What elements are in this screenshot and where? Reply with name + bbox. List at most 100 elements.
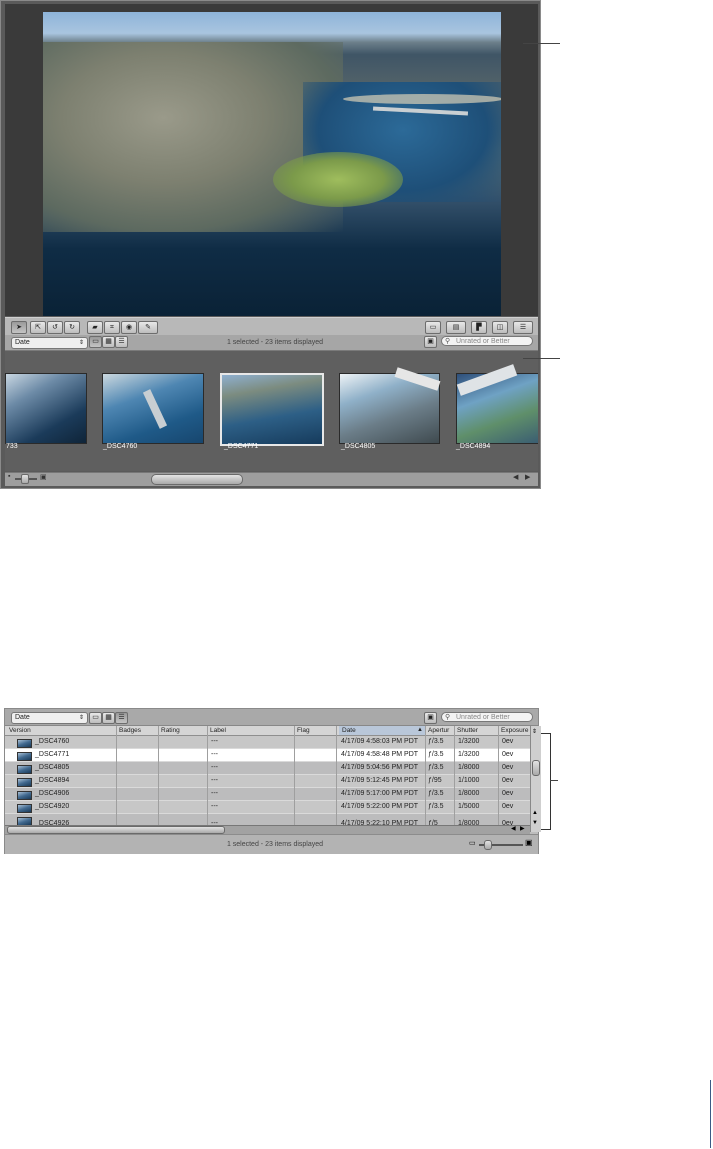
zoom-slider-thumb[interactable] <box>21 474 29 484</box>
thumbnail[interactable] <box>5 373 87 444</box>
browser-control-bar: Date ⇕ ▭ ▦ ☰ 1 selected - 23 items displ… <box>5 335 538 351</box>
scroll-down-arrow-icon[interactable]: ▼ <box>532 820 538 826</box>
cell-date: 4/17/09 4:58:03 PM PDT <box>341 738 419 745</box>
brush-icon[interactable]: ✎ <box>138 321 158 334</box>
split-view-icon[interactable]: ◫ <box>492 321 508 334</box>
column-header-row: Version Badges Rating Label Flag Date ▲ … <box>5 726 530 736</box>
thumbnail[interactable] <box>102 373 204 444</box>
vertical-scrollbar[interactable]: ⇕ ▲ ▼ <box>530 726 541 832</box>
search-field[interactable]: ⚲ Unrated or Better <box>441 336 533 346</box>
scroll-left-arrow-icon[interactable]: ◀ <box>511 825 516 832</box>
column-header-version[interactable]: Version <box>9 726 31 735</box>
status-text: 1 selected - 23 items displayed <box>226 339 324 346</box>
filmstrip-view-icon[interactable]: ▭ <box>89 712 102 724</box>
scroll-thumb[interactable] <box>151 474 243 485</box>
cell-version: _DSC4771 <box>35 751 70 758</box>
column-header-exposure[interactable]: Exposure <box>501 726 528 735</box>
thumbnail-selected[interactable] <box>220 373 324 446</box>
cell-aperture: ƒ/3.5 <box>428 738 444 745</box>
viewer-mode-icon[interactable]: ▭ <box>425 321 441 334</box>
search-placeholder: Unrated or Better <box>456 714 510 721</box>
tool-strip: ➤ ⇱ ↺ ↻ ▰ ⌗ ◉ ✎ ▭ ▤ ▛ ◫ ☰ <box>5 317 538 335</box>
column-header-aperture[interactable]: Apertur <box>428 726 449 735</box>
cell-exposure: 0ev <box>502 751 514 758</box>
scroll-right-arrow-icon[interactable]: ▶ <box>520 825 525 832</box>
browser-scrollbar[interactable]: ▪ ▣ ◀ ▶ <box>5 472 538 486</box>
column-divider[interactable] <box>425 726 426 825</box>
cell-label: --- <box>211 764 218 771</box>
scroll-left-arrow-icon[interactable]: ◀ <box>513 473 518 481</box>
status-text: 1 selected - 23 items displayed <box>226 841 324 848</box>
zoom-slider-thumb[interactable] <box>484 840 492 850</box>
sort-popup[interactable]: Date ⇕ <box>11 712 88 724</box>
table-row-selected[interactable]: _DSC4771 --- 4/17/09 4:58:48 PM PDT ƒ/3.… <box>5 749 530 762</box>
filmstrip-view-icon[interactable]: ▭ <box>89 336 102 348</box>
photo-park <box>273 152 403 207</box>
horizontal-scrollbar[interactable]: ◀ ▶ <box>5 825 530 834</box>
column-header-badges[interactable]: Badges <box>119 726 141 735</box>
thumbnail-icon <box>17 739 32 748</box>
red-eye-icon[interactable]: ◉ <box>121 321 137 334</box>
filter-icon[interactable]: ▣ <box>424 336 437 348</box>
viewer-browser-window: ➤ ⇱ ↺ ↻ ▰ ⌗ ◉ ✎ ▭ ▤ ▛ ◫ ☰ Date ⇕ ▭ ▦ ☰ 1… <box>0 0 541 489</box>
column-divider[interactable] <box>294 726 295 825</box>
crop-icon[interactable]: ⌗ <box>104 321 120 334</box>
photo-beach <box>343 94 501 104</box>
cell-aperture: ƒ/95 <box>428 777 442 784</box>
horizontal-scroll-thumb[interactable] <box>7 826 225 834</box>
thumbnail-name: _DSC4760 <box>103 443 138 450</box>
filter-icon[interactable]: ▣ <box>424 712 437 724</box>
cell-date: 4/17/09 5:04:56 PM PDT <box>341 764 419 771</box>
column-header-rating[interactable]: Rating <box>161 726 180 735</box>
column-header-flag[interactable]: Flag <box>297 726 310 735</box>
thumbnail[interactable] <box>456 364 538 444</box>
column-divider[interactable] <box>498 726 499 825</box>
pointer-tool-icon[interactable]: ➤ <box>11 321 27 334</box>
table-row[interactable]: _DSC4894 --- 4/17/09 5:12:45 PM PDT ƒ/95… <box>5 775 530 788</box>
main-photo[interactable] <box>43 12 501 316</box>
table-row[interactable]: _DSC4805 --- 4/17/09 5:04:56 PM PDT ƒ/3.… <box>5 762 530 775</box>
callout-line-browser <box>523 358 560 359</box>
cell-label: --- <box>211 738 218 745</box>
column-header-label[interactable]: Label <box>210 726 226 735</box>
filmstrip-icon[interactable]: ☰ <box>513 321 533 334</box>
thumbnail-icon[interactable]: ▛ <box>471 321 487 334</box>
column-header-date[interactable]: Date ▲ <box>339 726 425 735</box>
list-view-icon[interactable]: ☰ <box>115 712 128 724</box>
rotate-right-icon[interactable]: ↻ <box>64 321 80 334</box>
column-divider[interactable] <box>158 726 159 825</box>
table-row[interactable]: _DSC4906 --- 4/17/09 5:17:00 PM PDT ƒ/3.… <box>5 788 530 801</box>
thumbnail[interactable] <box>339 367 441 444</box>
scroll-up-arrow-icon[interactable]: ▲ <box>532 810 538 816</box>
cell-shutter: 1/1000 <box>458 777 480 784</box>
cell-version: _DSC4920 <box>35 803 70 810</box>
list-view-icon[interactable]: ☰ <box>115 336 128 348</box>
grid-view-icon[interactable]: ▦ <box>102 336 115 348</box>
browser-thumbnail-strip: 733 _DSC4760 _DSC4771 _DSC4805 _DSC4894 <box>5 351 538 471</box>
sort-ascending-icon: ▲ <box>417 727 423 733</box>
column-divider[interactable] <box>116 726 117 825</box>
layout-icon[interactable]: ▤ <box>446 321 466 334</box>
vertical-scroll-thumb[interactable] <box>532 760 540 776</box>
zoom-large-icon: ▣ <box>40 474 47 481</box>
search-field[interactable]: ⚲ Unrated or Better <box>441 712 533 722</box>
column-divider[interactable] <box>336 726 337 825</box>
column-divider[interactable] <box>454 726 455 825</box>
straighten-icon[interactable]: ▰ <box>87 321 103 334</box>
cell-shutter: 1/8000 <box>458 790 480 797</box>
cell-version: _DSC4906 <box>35 790 70 797</box>
cell-exposure: 0ev <box>502 803 514 810</box>
column-header-shutter[interactable]: Shutter <box>457 726 478 735</box>
cell-shutter: 1/3200 <box>458 738 480 745</box>
table-row[interactable]: _DSC4760 --- 4/17/09 4:58:03 PM PDT ƒ/3.… <box>5 736 530 749</box>
column-divider[interactable] <box>207 726 208 825</box>
grid-view-icon[interactable]: ▦ <box>102 712 115 724</box>
callout-line-list <box>550 780 558 781</box>
scroll-right-arrow-icon[interactable]: ▶ <box>525 473 530 481</box>
table-row[interactable]: _DSC4920 --- 4/17/09 5:22:00 PM PDT ƒ/3.… <box>5 801 530 814</box>
lift-stamp-icon[interactable]: ⇱ <box>30 321 46 334</box>
rotate-left-icon[interactable]: ↺ <box>47 321 63 334</box>
viewer-pane[interactable] <box>5 4 538 316</box>
sort-popup[interactable]: Date ⇕ <box>11 337 88 349</box>
photo-land <box>43 42 343 232</box>
